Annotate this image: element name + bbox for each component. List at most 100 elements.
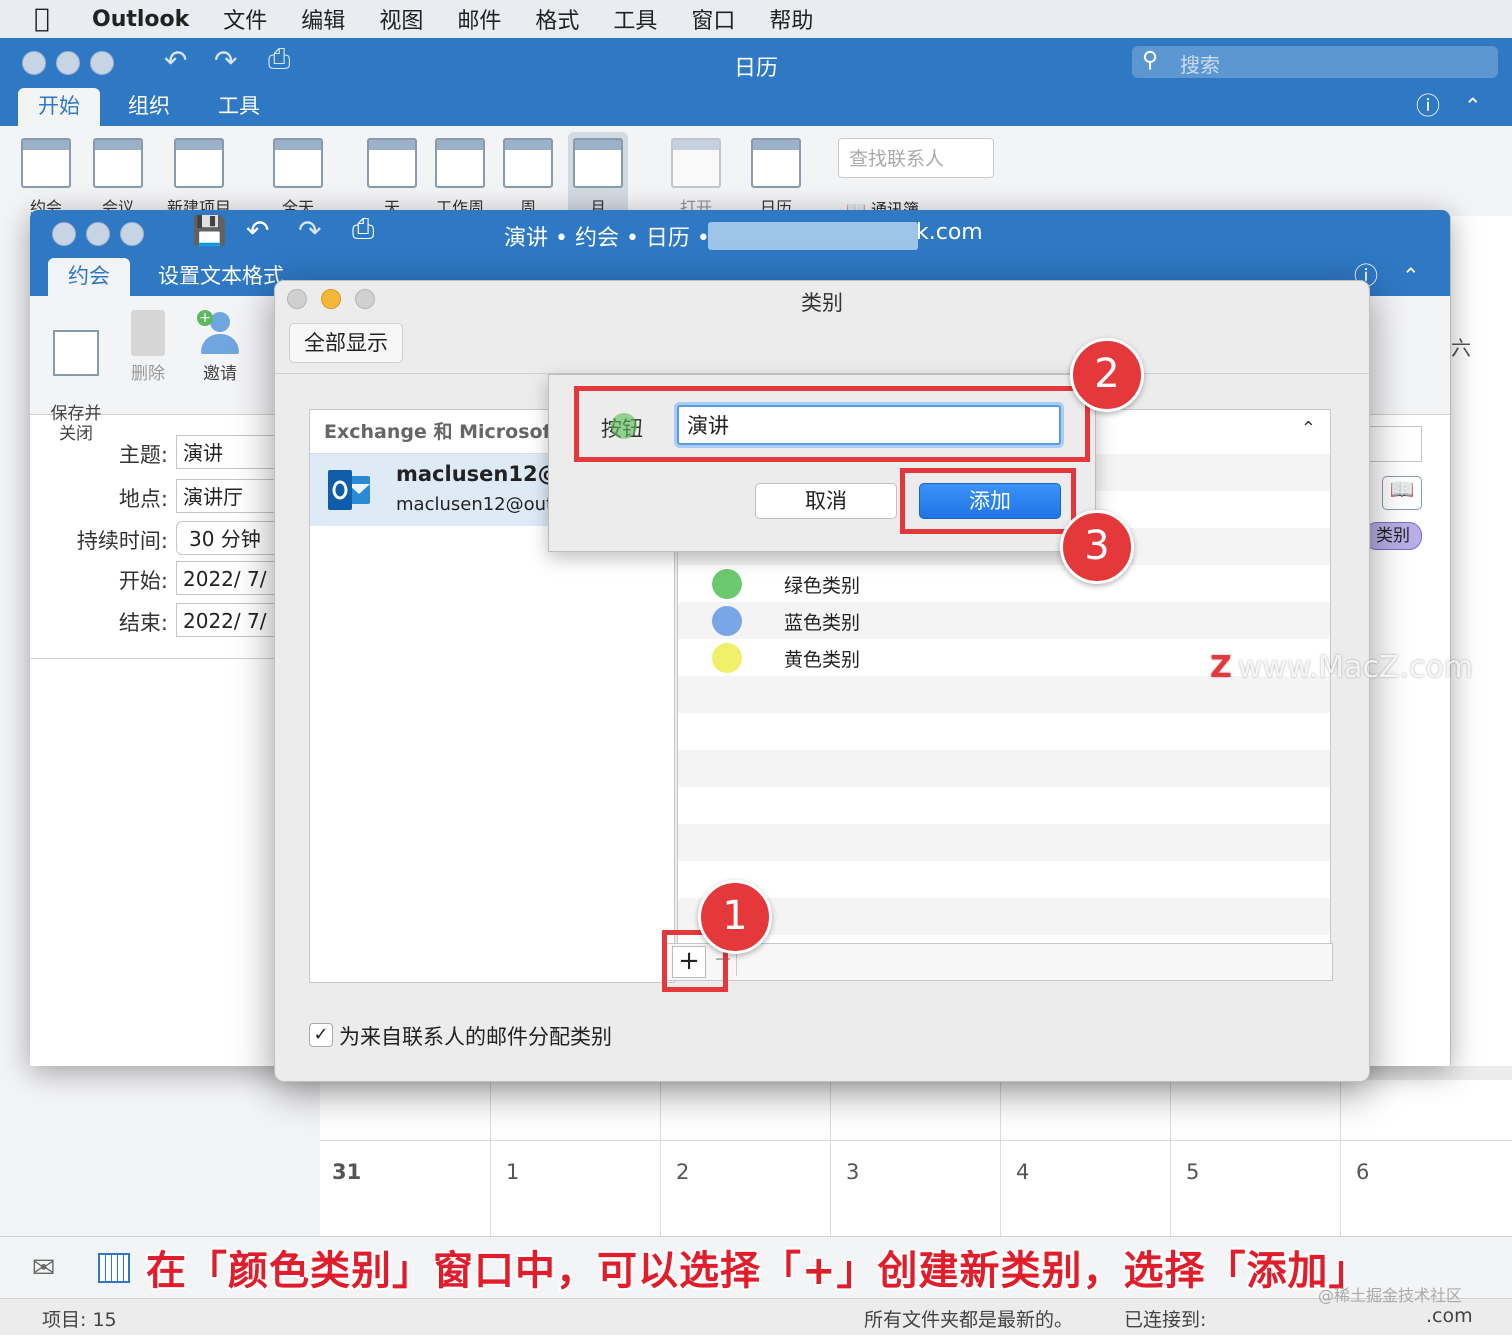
close-window-button[interactable] bbox=[52, 222, 76, 246]
category-name: 黄色类别 bbox=[784, 649, 861, 671]
menu-window[interactable]: 窗口 bbox=[691, 3, 735, 35]
help-icon[interactable]: ⓘ bbox=[1416, 88, 1440, 126]
day-view-button[interactable]: 天 bbox=[362, 138, 422, 216]
menu-view[interactable]: 视图 bbox=[379, 3, 423, 35]
month-view-button[interactable]: 月 bbox=[568, 132, 628, 216]
invite-button[interactable]: + 邀请 bbox=[180, 310, 260, 384]
start-label: 开始: bbox=[118, 569, 168, 593]
week-view-button[interactable]: 周 bbox=[498, 138, 558, 216]
assign-categories-checkbox[interactable]: ✓ bbox=[309, 1023, 333, 1047]
print-icon[interactable]: ⎙ bbox=[352, 212, 374, 246]
work-week-button[interactable]: 工作周 bbox=[430, 138, 490, 216]
menu-edit[interactable]: 编辑 bbox=[301, 3, 345, 35]
grid-line bbox=[490, 1080, 491, 1236]
weekday-fragment: 六 bbox=[1451, 336, 1471, 360]
new-items-icon bbox=[174, 138, 224, 188]
menu-help[interactable]: 帮助 bbox=[769, 3, 813, 35]
end-row: 结束: 2022/ 7/ bbox=[30, 601, 286, 641]
zoom-window-button[interactable] bbox=[120, 222, 144, 246]
location-label: 地点: bbox=[118, 487, 168, 511]
day-cell-number[interactable]: 31 bbox=[332, 1160, 361, 1184]
category-chip[interactable]: 类别 bbox=[1364, 522, 1422, 550]
category-row[interactable]: 蓝色类别 bbox=[678, 602, 1330, 639]
open-calendar-icon bbox=[671, 138, 721, 188]
month-view-icon bbox=[573, 138, 623, 188]
start-row: 开始: 2022/ 7/ bbox=[30, 559, 286, 599]
tab-format-text[interactable]: 设置文本格式 bbox=[158, 258, 284, 296]
open-button[interactable]: 打开 bbox=[666, 138, 726, 216]
undo-icon[interactable]: ↶ bbox=[246, 214, 269, 247]
subject-row: 主题: 演讲 bbox=[30, 433, 286, 473]
redacted-email bbox=[708, 222, 918, 250]
tab-organize[interactable]: 组织 bbox=[128, 88, 170, 126]
collapse-ribbon-icon[interactable]: ⌃ bbox=[1402, 258, 1420, 296]
watermark-logo: Z bbox=[1210, 650, 1232, 685]
tab-appointment[interactable]: 约会 bbox=[48, 258, 130, 296]
menu-file[interactable]: 文件 bbox=[223, 3, 267, 35]
delete-button[interactable]: 删除 bbox=[108, 310, 188, 384]
location-input[interactable]: 演讲厅 bbox=[176, 479, 286, 513]
step-badge-3: 3 bbox=[1060, 510, 1134, 584]
category-name: 绿色类别 bbox=[784, 575, 861, 597]
new-appointment-button[interactable]: 约会 bbox=[16, 138, 76, 216]
tab-tools[interactable]: 工具 bbox=[218, 88, 260, 126]
day-cell-number[interactable]: 2 bbox=[676, 1160, 689, 1184]
grid-line bbox=[1340, 1080, 1341, 1236]
mail-icon[interactable]: ✉ bbox=[32, 1251, 55, 1284]
day-cell-number[interactable]: 4 bbox=[1016, 1160, 1029, 1184]
calendar-key-icon bbox=[751, 138, 801, 188]
step-badge-2: 2 bbox=[1070, 338, 1144, 412]
day-cell-number[interactable]: 1 bbox=[506, 1160, 519, 1184]
list-stripe bbox=[678, 898, 1330, 935]
outlook-icon bbox=[328, 470, 370, 510]
chevron-up-icon[interactable]: ⌃ bbox=[1301, 418, 1316, 439]
address-book-icon[interactable]: 📖 bbox=[1382, 476, 1422, 510]
status-bar: 项目: 15 所有文件夹都是最新的。 已连接到: .com bbox=[0, 1298, 1512, 1335]
items-count: 项目: 15 bbox=[42, 1309, 117, 1331]
redo-icon[interactable]: ↷ bbox=[298, 214, 321, 247]
end-date-input[interactable]: 2022/ 7/ bbox=[176, 603, 286, 637]
category-color-dot[interactable] bbox=[712, 606, 742, 636]
collapse-ribbon-icon[interactable]: ⌃ bbox=[1464, 88, 1482, 126]
menu-tools[interactable]: 工具 bbox=[613, 3, 657, 35]
day-cell-number[interactable]: 6 bbox=[1356, 1160, 1369, 1184]
list-stripe bbox=[678, 750, 1330, 787]
duration-select[interactable]: 30 分钟 bbox=[176, 521, 286, 555]
menu-format[interactable]: 格式 bbox=[535, 3, 579, 35]
new-items-button[interactable]: 新建项目 bbox=[164, 138, 234, 216]
save-close-icon bbox=[53, 330, 99, 376]
dialog-title: 类别 bbox=[801, 291, 843, 315]
day-cell-number[interactable]: 3 bbox=[846, 1160, 859, 1184]
invite-label: 邀请 bbox=[203, 364, 237, 384]
show-all-button[interactable]: 全部显示 bbox=[289, 323, 403, 363]
cancel-button[interactable]: 取消 bbox=[755, 483, 897, 519]
subject-input[interactable]: 演讲 bbox=[176, 435, 286, 469]
highlight-add-button bbox=[900, 468, 1076, 534]
source-credit: @稀土掘金技术社区 bbox=[1318, 1286, 1463, 1305]
start-date-input[interactable]: 2022/ 7/ bbox=[176, 561, 286, 595]
calendar-icon[interactable] bbox=[98, 1253, 130, 1283]
all-day-button[interactable]: 全天 bbox=[268, 138, 328, 216]
category-color-dot[interactable] bbox=[712, 643, 742, 673]
new-meeting-button[interactable]: 会议 bbox=[88, 138, 148, 216]
menu-app-outlook[interactable]: Outlook bbox=[92, 7, 189, 32]
calendar-main-area: 六 bbox=[1450, 216, 1512, 1066]
menu-mail[interactable]: 邮件 bbox=[457, 3, 501, 35]
apple-icon[interactable]:  bbox=[34, 4, 50, 34]
tab-home[interactable]: 开始 bbox=[18, 88, 100, 126]
day-cell-number[interactable]: 5 bbox=[1186, 1160, 1199, 1184]
subject-label: 主题: bbox=[118, 443, 168, 467]
category-color-dot[interactable] bbox=[712, 569, 742, 599]
minimize-window-button[interactable] bbox=[86, 222, 110, 246]
appointment-titlebar: 💾 ↶ ↷ ⎙ 演讲 • 约会 • 日历 • k.com bbox=[30, 210, 1450, 258]
grid-line bbox=[1000, 1080, 1001, 1236]
calendar-tab-bar: 开始 组织 工具 ⓘ ⌃ bbox=[0, 88, 1512, 126]
category-row[interactable]: 绿色类别 bbox=[678, 565, 1330, 602]
save-icon[interactable]: 💾 bbox=[192, 214, 227, 247]
account-email: maclusen12@outl bbox=[396, 494, 559, 515]
search-field[interactable]: ⚲ 搜索 bbox=[1132, 46, 1498, 78]
account-name: maclusen12@ bbox=[396, 462, 559, 486]
calendar-permissions-button[interactable]: 日历 bbox=[746, 138, 806, 216]
find-contact-input[interactable]: 查找联系人 bbox=[838, 138, 994, 178]
meeting-icon bbox=[93, 138, 143, 188]
